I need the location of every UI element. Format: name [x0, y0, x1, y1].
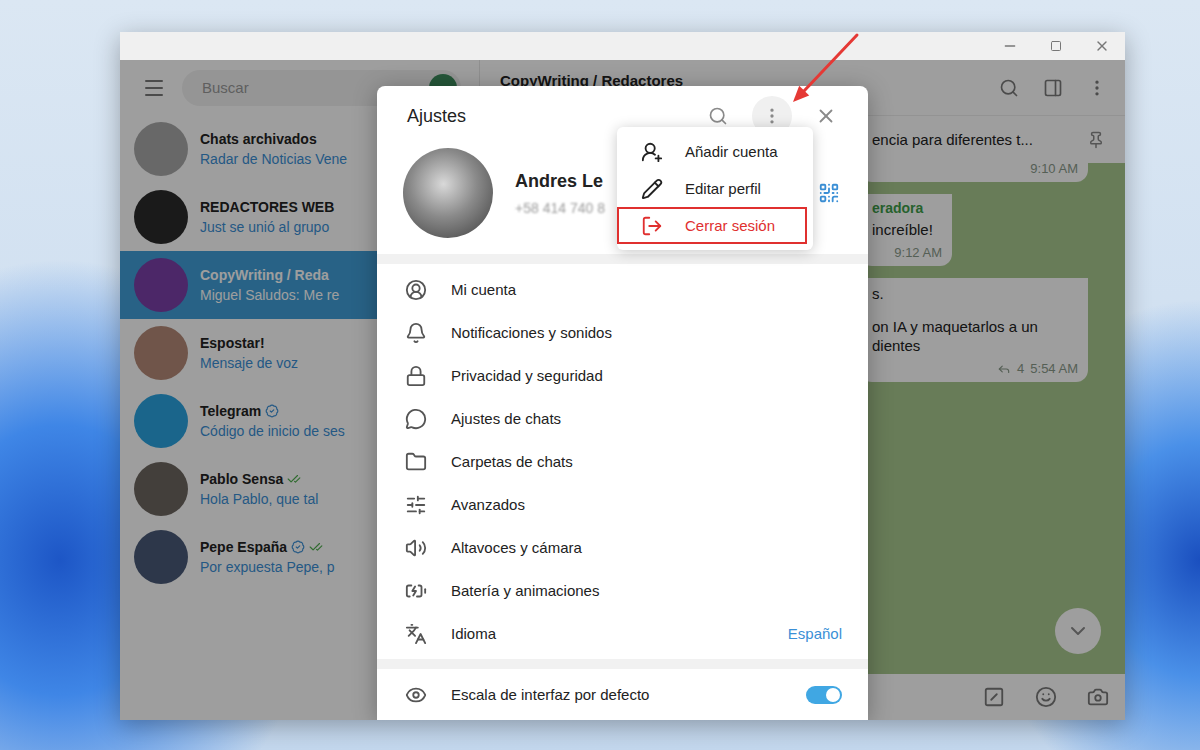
- bell-icon: [405, 322, 427, 344]
- menu-item[interactable]: Cerrar sesión: [617, 207, 807, 244]
- qr-code-icon: [818, 182, 840, 204]
- chat-bubble-icon: [405, 408, 427, 430]
- settings-label: Notificaciones y sonidos: [451, 324, 842, 341]
- minimize-button[interactable]: [987, 32, 1033, 60]
- menu-label: Cerrar sesión: [685, 217, 775, 234]
- settings-item[interactable]: Carpetas de chats: [377, 440, 868, 483]
- settings-label: Altavoces y cámara: [451, 539, 842, 556]
- settings-list: Mi cuenta Notificaciones y sonidos Privaci…: [377, 264, 868, 659]
- dropdown-menu: Añadir cuenta Editar perfil Cerrar sesión: [617, 127, 813, 250]
- settings-item[interactable]: Privacidad y seguridad: [377, 354, 868, 397]
- maximize-button[interactable]: [1033, 32, 1079, 60]
- settings-item[interactable]: Mi cuenta: [377, 268, 868, 311]
- settings-value: Español: [788, 625, 842, 642]
- divider: [377, 254, 868, 264]
- language-icon: [405, 623, 427, 645]
- annotation-arrow-icon: [780, 30, 870, 115]
- desktop: BuscarChats archivadosRadar de Noticias …: [0, 0, 1200, 750]
- settings-label: Ajustes de chats: [451, 410, 842, 427]
- settings-label: Mi cuenta: [451, 281, 842, 298]
- maximize-icon: [1050, 40, 1062, 52]
- settings-label: Privacidad y seguridad: [451, 367, 842, 384]
- sliders-icon: [405, 494, 427, 516]
- toggle-row[interactable]: Escala de interfaz por defecto: [377, 673, 868, 716]
- profile-photo[interactable]: [403, 148, 493, 238]
- menu-label: Añadir cuenta: [685, 143, 778, 160]
- close-window-button[interactable]: [1079, 32, 1125, 60]
- lock-icon: [405, 365, 427, 387]
- settings-item[interactable]: Altavoces y cámara: [377, 526, 868, 569]
- close-icon: [815, 105, 837, 127]
- qr-button[interactable]: [818, 182, 840, 204]
- search-icon: [708, 106, 728, 126]
- pencil-icon: [641, 178, 663, 200]
- settings-item[interactable]: Batería y animaciones: [377, 569, 868, 612]
- divider: [377, 659, 868, 669]
- logout-icon: [641, 215, 663, 237]
- settings-item[interactable]: Avanzados: [377, 483, 868, 526]
- settings-dialog: AjustesAndres Le+58 414 740 8Mi cuentaNo…: [377, 86, 868, 720]
- menu-label: Editar perfil: [685, 180, 761, 197]
- settings-item[interactable]: Idioma Español: [377, 612, 868, 655]
- more-icon: [762, 106, 782, 126]
- speaker-icon: [405, 537, 427, 559]
- telegram-window: BuscarChats archivadosRadar de Noticias …: [120, 32, 1125, 720]
- settings-item[interactable]: Ajustes de chats: [377, 397, 868, 440]
- app-body: BuscarChats archivadosRadar de Noticias …: [120, 60, 1125, 720]
- add-account-icon: [641, 141, 663, 163]
- folder-icon: [405, 451, 427, 473]
- minimize-icon: [1002, 38, 1018, 54]
- close-icon: [1094, 38, 1110, 54]
- toggle-switch[interactable]: [806, 686, 842, 704]
- settings-label: Avanzados: [451, 496, 842, 513]
- settings-label: Idioma: [451, 625, 764, 642]
- title-bar: [120, 32, 1125, 60]
- battery-icon: [405, 580, 427, 602]
- toggle-label: Escala de interfaz por defecto: [451, 686, 782, 703]
- settings-list: Escala de interfaz por defecto: [377, 669, 868, 720]
- eye-icon: [405, 684, 427, 706]
- settings-item[interactable]: Notificaciones y sonidos: [377, 311, 868, 354]
- settings-label: Batería y animaciones: [451, 582, 842, 599]
- menu-item[interactable]: Añadir cuenta: [617, 133, 807, 170]
- toggle-knob: [826, 688, 840, 702]
- account-icon: [405, 279, 427, 301]
- dialog-title: Ajustes: [407, 106, 466, 127]
- settings-label: Carpetas de chats: [451, 453, 842, 470]
- menu-item[interactable]: Editar perfil: [617, 170, 807, 207]
